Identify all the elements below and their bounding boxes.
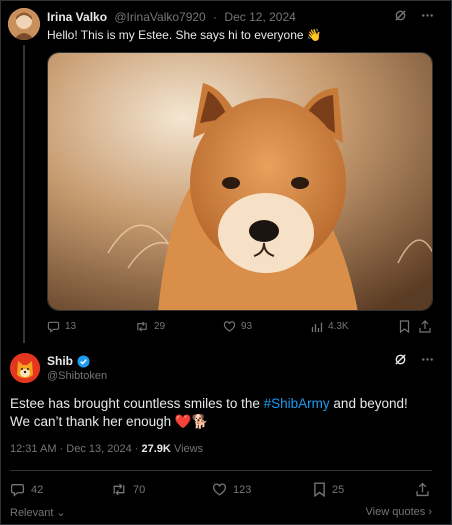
reply-sort-bar: Relevant ⌄ View quotes › — [10, 506, 432, 519]
bookmark-count: 25 — [332, 483, 345, 496]
tweet-time[interactable]: 12:31 AM — [10, 443, 56, 455]
share-icon — [416, 482, 429, 497]
sort-label: Relevant — [10, 507, 54, 519]
divider — [10, 470, 432, 471]
tweet-action-bar: 13 29 93 4.3K — [47, 320, 433, 333]
view-count: 4.3K — [328, 321, 349, 332]
reply-count: 42 — [31, 483, 44, 496]
handle[interactable]: @IrinaValko7920 — [114, 10, 205, 24]
tweet-photo[interactable] — [47, 52, 433, 311]
chevron-right-icon: › — [428, 506, 432, 518]
grok-icon[interactable] — [394, 9, 407, 22]
sort-dropdown[interactable]: Relevant ⌄ — [10, 506, 66, 519]
views-button[interactable]: 4.3K — [311, 321, 399, 333]
grok-icon[interactable] — [394, 353, 407, 366]
display-name[interactable]: Shib — [47, 354, 73, 368]
avatar[interactable] — [10, 353, 40, 383]
bookmark-button[interactable]: 25 — [313, 482, 416, 497]
tweet-action-bar: 42 70 123 25 — [10, 482, 432, 497]
share-icon — [419, 320, 431, 333]
tweet-date[interactable]: Dec 12, 2024 — [224, 10, 295, 24]
avatar[interactable] — [8, 8, 40, 40]
share-button[interactable] — [416, 482, 430, 497]
reply-count: 13 — [65, 321, 77, 332]
tweet-meta: 12:31 AM · Dec 13, 2024 · 27.9K Views — [10, 443, 203, 455]
tweet-date[interactable]: Dec 13, 2024 — [66, 443, 131, 455]
separator: · — [59, 443, 64, 455]
heart-icon — [212, 482, 227, 497]
more-options-icon[interactable] — [421, 353, 434, 366]
display-name[interactable]: Irina Valko — [47, 10, 107, 24]
separator: · — [213, 10, 218, 24]
repost-count: 29 — [154, 321, 166, 332]
like-button[interactable]: 93 — [223, 320, 311, 333]
separator: · — [134, 443, 139, 455]
verified-badge-icon[interactable] — [77, 354, 90, 368]
chevron-down-icon: ⌄ — [56, 507, 66, 519]
reply-tweet[interactable]: Irina Valko @IrinaValko7920 · Dec 12, 20… — [0, 0, 452, 343]
bookmark-icon — [399, 320, 410, 333]
share-button[interactable] — [419, 320, 433, 333]
views-label: Views — [173, 443, 204, 455]
repost-count: 70 — [133, 483, 146, 496]
view-quotes-link[interactable]: View quotes › — [366, 506, 432, 519]
like-count: 123 — [233, 483, 252, 496]
handle[interactable]: @Shibtoken — [47, 370, 107, 382]
reply-icon — [47, 320, 60, 333]
tweet-tools — [394, 353, 434, 366]
tweet-tools — [394, 9, 434, 22]
tweet-header: Irina Valko @IrinaValko7920 · Dec 12, 20… — [47, 10, 296, 24]
repost-button[interactable]: 29 — [135, 320, 223, 333]
repost-button[interactable]: 70 — [111, 482, 212, 497]
reply-icon — [10, 482, 25, 497]
shiba-dog-image — [48, 53, 432, 310]
repost-icon — [111, 482, 127, 497]
reply-button[interactable]: 42 — [10, 482, 111, 497]
views-count: 27.9K — [141, 443, 171, 455]
hashtag-link[interactable]: #ShibArmy — [264, 396, 330, 411]
main-tweet: Shib @Shibtoken Estee has brought countl… — [0, 343, 452, 525]
reply-button[interactable]: 13 — [47, 320, 135, 333]
analytics-icon — [311, 321, 323, 333]
tweet-text-before: Estee has brought countless smiles to th… — [10, 396, 264, 411]
bookmark-icon — [313, 482, 326, 497]
author-name-row: Shib — [47, 354, 90, 368]
heart-icon — [223, 320, 236, 333]
tweet-text: Hello! This is my Estee. She says hi to … — [47, 28, 322, 42]
view-quotes-label: View quotes — [365, 506, 426, 518]
like-button[interactable]: 123 — [212, 482, 313, 497]
tweet-text: Estee has brought countless smiles to th… — [10, 395, 430, 431]
bookmark-button[interactable] — [399, 320, 419, 333]
more-options-icon[interactable] — [421, 9, 434, 22]
thread-connector-line — [23, 45, 25, 343]
repost-icon — [135, 320, 149, 333]
like-count: 93 — [241, 321, 253, 332]
